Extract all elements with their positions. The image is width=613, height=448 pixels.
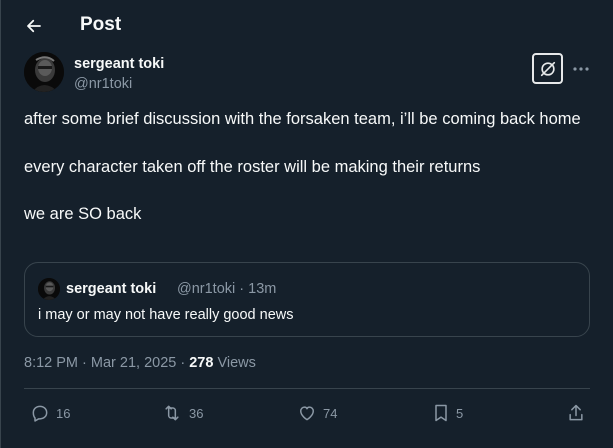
like-count: 74	[323, 405, 338, 421]
tweet-paragraph: after some brief discussion with the for…	[24, 110, 581, 128]
repost-button[interactable]: 36	[161, 402, 203, 424]
avatar-image	[24, 52, 64, 92]
quoted-text: i may or may not have really good news	[38, 307, 294, 323]
heart-icon	[300, 406, 314, 421]
divider	[24, 388, 590, 389]
header: Post	[1, 0, 613, 50]
tweet-paragraph: we are SO back	[24, 205, 142, 223]
quoted-avatar	[38, 278, 60, 300]
tweet-paragraph: every character taken off the roster wil…	[24, 157, 481, 176]
post-meta: 8:12 PM · Mar 21, 2025 · 278 Views	[24, 355, 256, 371]
share-icon	[569, 404, 583, 421]
more-dots-icon	[573, 67, 589, 71]
avatar[interactable]	[24, 52, 64, 92]
repost-icon	[165, 405, 179, 421]
grok-button[interactable]	[532, 53, 563, 84]
page-title: Post	[80, 14, 122, 35]
tweet-text: after some brief discussion with the for…	[24, 108, 594, 227]
bookmark-icon	[435, 404, 447, 422]
like-button[interactable]: 74	[297, 402, 337, 424]
views-label: Views	[213, 355, 256, 371]
share-button[interactable]	[567, 402, 585, 424]
reply-button[interactable]: 16	[30, 402, 70, 424]
repost-count: 36	[189, 405, 204, 421]
post-view: Post sergeant toki @nr1toki after some b…	[0, 0, 613, 448]
grok-icon	[540, 61, 555, 76]
author-name[interactable]: sergeant toki	[74, 56, 164, 72]
quoted-author-name: sergeant toki	[66, 281, 157, 297]
views-count: 278	[189, 355, 214, 371]
back-button[interactable]	[19, 11, 49, 41]
bookmark-count: 5	[456, 405, 464, 421]
timestamp[interactable]: 8:12 PM · Mar 21, 2025 ·	[24, 355, 189, 371]
arrow-left-icon	[27, 19, 41, 33]
bookmark-button[interactable]: 5	[432, 402, 463, 424]
author-handle[interactable]: @nr1toki	[74, 76, 132, 92]
reply-count: 16	[56, 405, 71, 421]
more-options-button[interactable]	[569, 57, 593, 81]
reply-icon	[32, 405, 48, 422]
quoted-avatar-image	[38, 278, 60, 300]
quoted-tweet[interactable]: sergeant toki @nr1toki · 13m i may or ma…	[24, 262, 590, 337]
quoted-meta: @nr1toki · 13m	[177, 281, 277, 297]
